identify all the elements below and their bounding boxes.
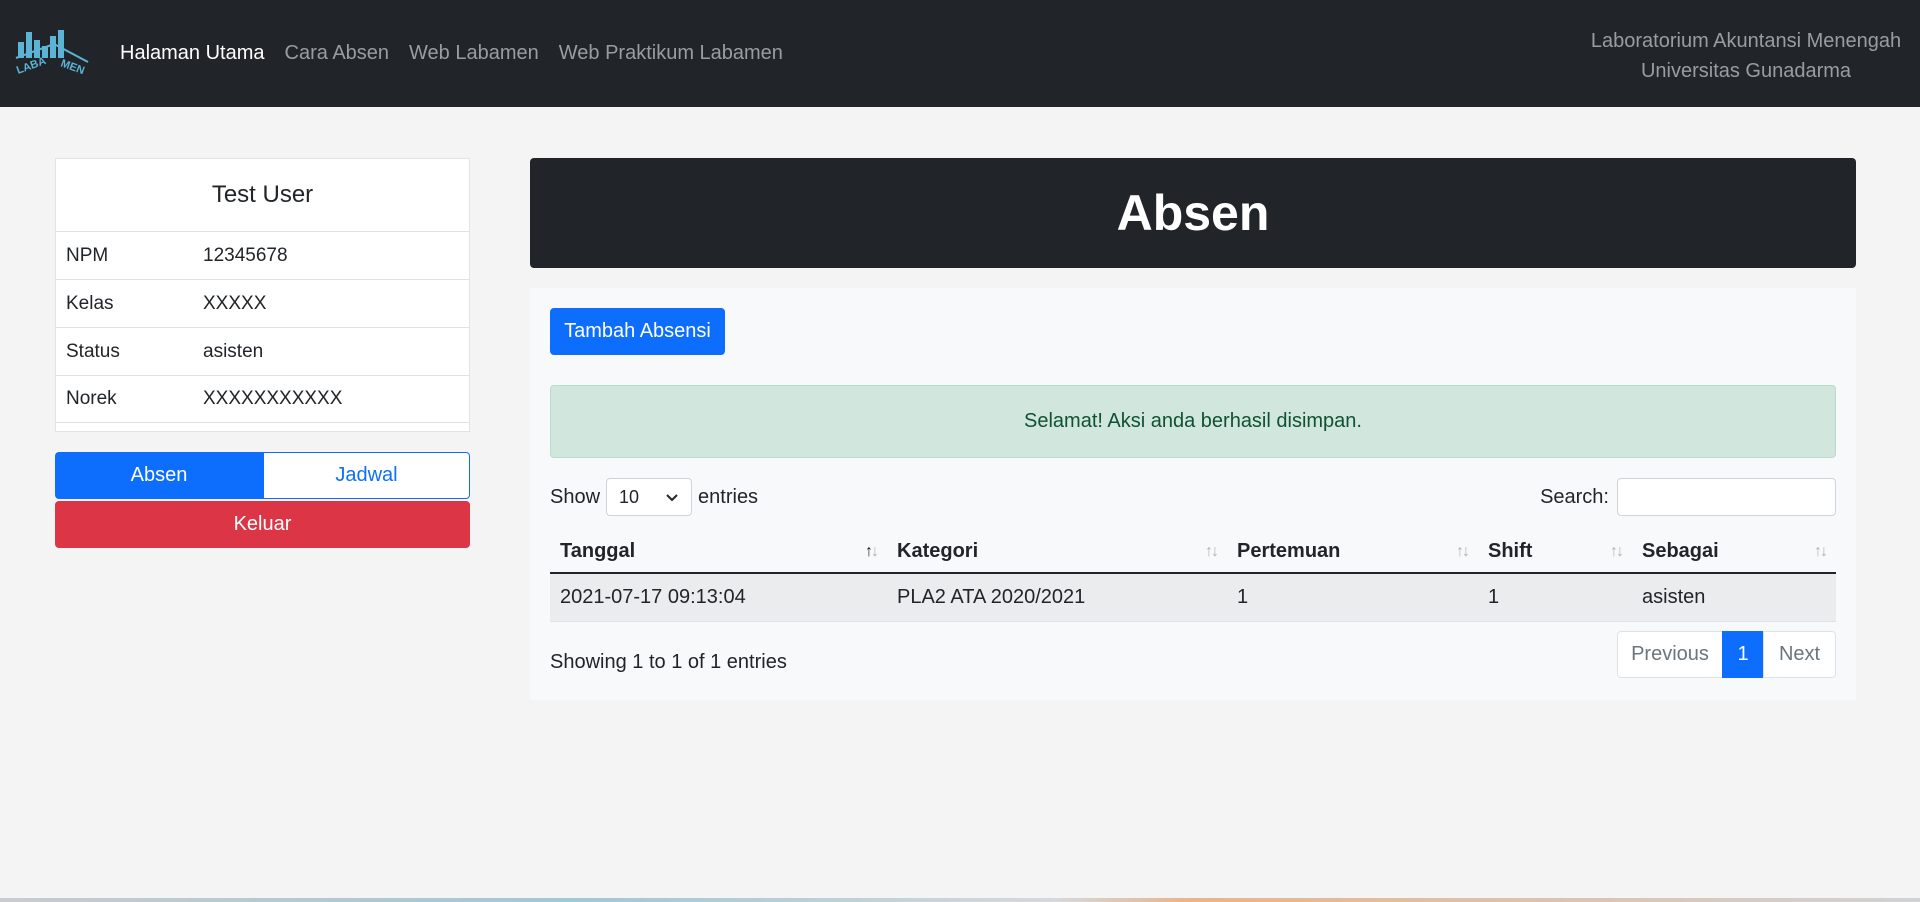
profile-row-kelas: Kelas XXXXX <box>56 279 469 327</box>
table-row: 2021-07-17 09:13:04 PLA2 ATA 2020/2021 1… <box>550 573 1836 622</box>
profile-card: Test User NPM 12345678 Kelas XXXXX Statu… <box>55 158 470 432</box>
profile-name: Test User <box>211 181 314 208</box>
tambah-absensi-button[interactable]: Tambah Absensi <box>550 308 725 355</box>
nav-link-halaman-utama[interactable]: Halaman Utama <box>110 42 275 65</box>
nav-link-web-praktikum-labamen[interactable]: Web Praktikum Labamen <box>549 42 793 65</box>
profile-label: Status <box>66 340 120 362</box>
nav-link-web-labamen[interactable]: Web Labamen <box>399 42 549 65</box>
organization-info: Laboratorium Akuntansi Menengah Universi… <box>1586 26 1906 86</box>
keluar-button[interactable]: Keluar <box>55 501 470 548</box>
entries-select-value: 10 <box>619 486 640 507</box>
absen-button[interactable]: Absen <box>55 452 263 499</box>
column-header-kategori[interactable]: Kategori ↑↓ <box>887 531 1227 574</box>
previous-page-button[interactable]: Previous <box>1617 631 1723 678</box>
profile-row-npm: NPM 12345678 <box>56 231 469 279</box>
sort-icon: ↑↓ <box>1456 543 1470 560</box>
profile-actions: Absen Jadwal <box>55 452 470 499</box>
chevron-down-icon <box>666 494 678 502</box>
sort-icon: ↑↓ <box>1205 543 1219 560</box>
profile-value: asisten <box>203 340 264 362</box>
sort-icon: ↑↓ <box>865 543 879 560</box>
profile-label: Norek <box>66 388 117 409</box>
cell-pertemuan: 1 <box>1227 573 1478 622</box>
cell-sebagai: asisten <box>1632 573 1836 622</box>
nav-link-cara-absen[interactable]: Cara Absen <box>275 42 400 65</box>
org-name: Laboratorium Akuntansi Menengah <box>1590 30 1902 52</box>
success-alert: Selamat! Aksi anda berhasil disimpan. <box>550 385 1836 458</box>
cell-kategori: PLA2 ATA 2020/2021 <box>887 573 1227 622</box>
page-title: Absen <box>530 158 1856 268</box>
sort-icon: ↑↓ <box>1814 543 1828 560</box>
profile-row-status: Status asisten <box>56 327 469 375</box>
labamen-logo[interactable]: LABA MEN <box>14 28 90 78</box>
attendance-table: Tanggal ↑↓ Kategori ↑↓ Pertemuan ↑↓ Shif… <box>550 531 1836 622</box>
sort-icon: ↑↓ <box>1610 543 1624 560</box>
entries-length-control: Show 10 entries <box>550 478 758 516</box>
entries-select[interactable]: 10 <box>606 478 693 516</box>
column-header-shift[interactable]: Shift ↑↓ <box>1478 531 1632 574</box>
logo-text-laba: LABA <box>15 55 48 77</box>
logo-text-men: MEN <box>59 58 86 78</box>
jadwal-button[interactable]: Jadwal <box>263 452 470 499</box>
profile-value: XXXXXXXXXXX <box>203 388 343 409</box>
search-input[interactable] <box>1617 478 1836 516</box>
cell-shift: 1 <box>1478 573 1632 622</box>
profile-value: XXXXX <box>203 292 267 314</box>
attendance-panel: Tambah Absensi Selamat! Aksi anda berhas… <box>530 288 1856 700</box>
column-header-label: Kategori <box>897 540 979 562</box>
profile-row-norek: Norek XXXXXXXXXXX <box>56 375 469 423</box>
column-header-label: Tanggal <box>560 540 636 562</box>
cell-tanggal: 2021-07-17 09:13:04 <box>550 573 887 622</box>
search-label: Search: <box>1540 485 1609 508</box>
table-info: Showing 1 to 1 of 1 entries <box>550 651 787 673</box>
next-page-button[interactable]: Next <box>1763 631 1836 678</box>
table-header-row: Tanggal ↑↓ Kategori ↑↓ Pertemuan ↑↓ Shif… <box>550 531 1836 574</box>
column-header-label: Sebagai <box>1642 540 1719 562</box>
profile-label: NPM <box>66 244 109 266</box>
column-header-pertemuan[interactable]: Pertemuan ↑↓ <box>1227 531 1478 574</box>
bottom-edge <box>0 898 1920 902</box>
column-header-sebagai[interactable]: Sebagai ↑↓ <box>1632 531 1836 574</box>
column-header-label: Pertemuan <box>1237 540 1341 562</box>
column-header-label: Shift <box>1488 540 1533 562</box>
page-1-button[interactable]: 1 <box>1722 631 1764 678</box>
profile-label: Kelas <box>66 292 114 314</box>
nav-links: Halaman Utama Cara Absen Web Labamen Web… <box>110 0 793 107</box>
top-navbar: LABA MEN Halaman Utama Cara Absen Web La… <box>0 0 1920 107</box>
entries-label: entries <box>698 485 759 508</box>
show-label: Show <box>550 485 601 508</box>
table-search: Search: <box>1540 478 1836 516</box>
pagination: Previous 1 Next <box>1617 631 1836 678</box>
university-name: Universitas Gunadarma <box>1640 60 1852 82</box>
profile-value: 12345678 <box>203 244 288 266</box>
column-header-tanggal[interactable]: Tanggal ↑↓ <box>550 531 887 574</box>
